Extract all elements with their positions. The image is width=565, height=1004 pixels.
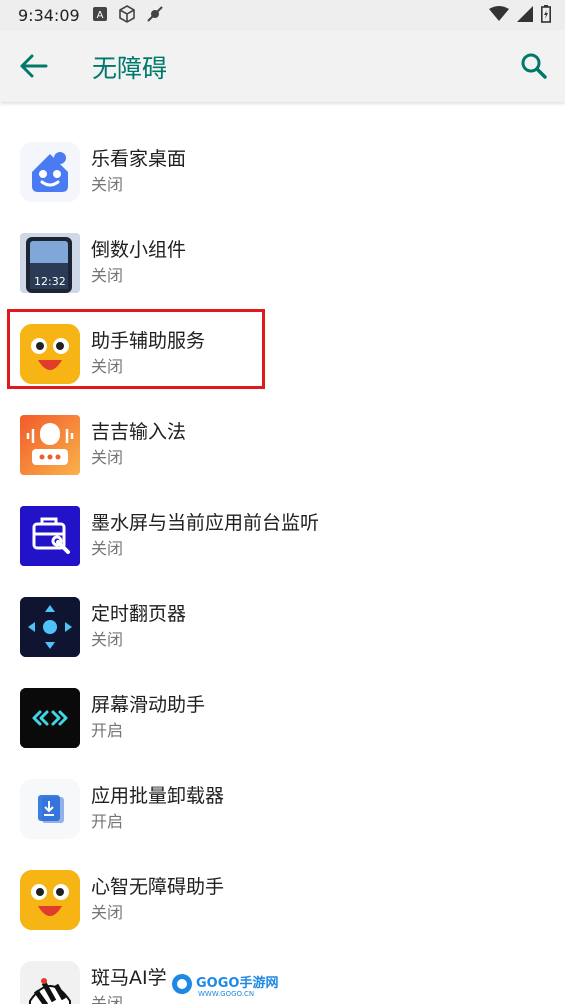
signal-icon [517, 6, 533, 22]
watermark-subtext: WWW.GOGO.CN [198, 990, 255, 998]
font-a-icon: A [93, 7, 107, 21]
watermark: GOGO手游网 WWW.GOGO.CN [170, 968, 290, 1002]
page-turner-app-icon [20, 597, 80, 657]
notification-icons: A [92, 5, 164, 23]
svg-text:A: A [97, 10, 104, 21]
countdown-icon-time: 12:32 [34, 275, 66, 288]
item-status: 关闭 [91, 994, 124, 1004]
back-button[interactable] [18, 52, 50, 80]
item-title: 斑马AI学 [91, 967, 167, 989]
screen-swipe-app-icon [20, 688, 80, 748]
system-icons [489, 5, 551, 23]
status-time: 9:34:09 [18, 6, 80, 25]
item-title: 心智无障碍助手 [91, 876, 225, 898]
item-title: 吉吉输入法 [91, 421, 187, 443]
list-item-eink-monitor[interactable]: 墨水屏与当前应用前台监听 关闭 [0, 492, 565, 583]
search-button[interactable] [519, 51, 549, 81]
list-item-lekanjia[interactable]: 乐看家桌面 关闭 [0, 128, 565, 219]
lekanjia-app-icon [20, 142, 80, 202]
item-status: 关闭 [91, 448, 124, 467]
wifi-icon [489, 6, 509, 21]
item-title: 屏幕滑动助手 [91, 694, 206, 716]
item-status: 开启 [91, 812, 124, 831]
item-status: 关闭 [91, 175, 124, 194]
list-item-batch-uninstaller[interactable]: 应用批量卸载器 开启 [0, 765, 565, 856]
battery-icon [541, 5, 551, 23]
item-title: 定时翻页器 [91, 603, 187, 625]
item-title: 倒数小组件 [91, 239, 187, 261]
eink-monitor-app-icon [20, 506, 80, 566]
item-status: 关闭 [91, 539, 124, 558]
batch-uninstaller-app-icon [20, 779, 80, 839]
satellite-icon [147, 6, 163, 22]
item-title: 墨水屏与当前应用前台监听 [91, 512, 320, 534]
status-bar: 9:34:09 A [0, 0, 565, 30]
watermark-logo-icon [172, 974, 192, 994]
list-item-jiji-input[interactable]: 吉吉输入法 关闭 [0, 401, 565, 492]
list-item-countdown-widget[interactable]: 12:32 倒数小组件 关闭 [0, 219, 565, 310]
item-status: 开启 [91, 721, 124, 740]
list-item-timed-page-turner[interactable]: 定时翻页器 关闭 [0, 583, 565, 674]
arrow-back-icon [20, 54, 48, 78]
search-icon [521, 53, 547, 79]
accessibility-service-list: 乐看家桌面 关闭 12:32 倒数小组件 关闭 助手辅助服务 关闭 吉吉输入法 … [0, 102, 565, 1004]
list-item-xinzhi-assistant[interactable]: 心智无障碍助手 关闭 [0, 856, 565, 947]
item-status: 关闭 [91, 630, 124, 649]
zebra-ai-app-icon [20, 961, 80, 1004]
item-title: 应用批量卸载器 [91, 785, 225, 807]
cube-icon [119, 5, 135, 23]
watermark-text: GOGO手游网 [196, 976, 279, 991]
jiji-input-app-icon [20, 415, 80, 475]
item-title: 乐看家桌面 [91, 148, 187, 170]
page-title: 无障碍 [92, 54, 168, 83]
app-bar: 无障碍 [0, 30, 565, 102]
highlight-annotation [7, 309, 265, 389]
item-status: 关闭 [91, 903, 124, 922]
xinzhi-app-icon [20, 870, 80, 930]
list-item-screen-swipe[interactable]: 屏幕滑动助手 开启 [0, 674, 565, 765]
item-status: 关闭 [91, 266, 124, 285]
countdown-app-icon: 12:32 [20, 233, 80, 293]
